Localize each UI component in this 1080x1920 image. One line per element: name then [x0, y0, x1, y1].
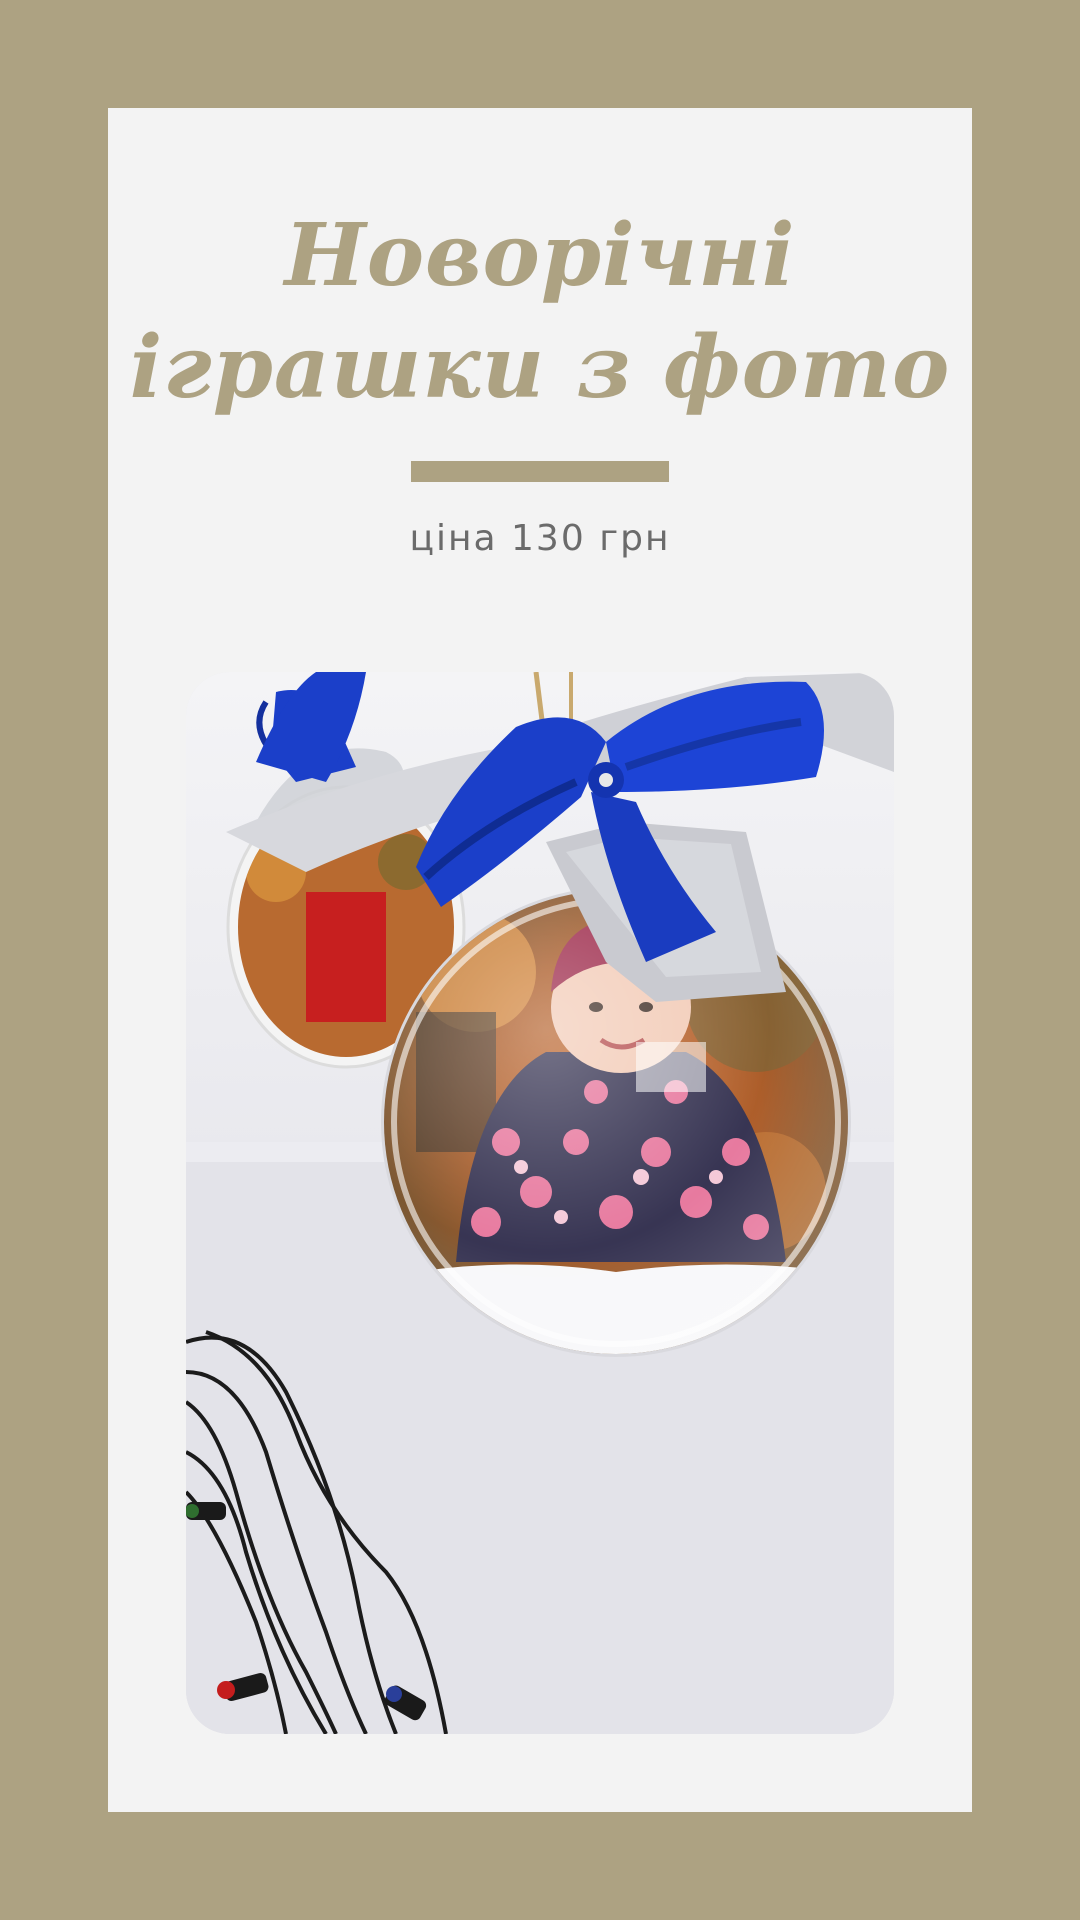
price-label: ціна 130 грн — [409, 518, 671, 559]
title-line-2: іграшки з фото — [129, 317, 951, 418]
title-divider — [411, 461, 669, 482]
product-photo — [186, 672, 894, 1734]
page-title: Новорічні іграшки з фото — [0, 200, 1080, 424]
title-line-1: Новорічні — [284, 205, 796, 306]
